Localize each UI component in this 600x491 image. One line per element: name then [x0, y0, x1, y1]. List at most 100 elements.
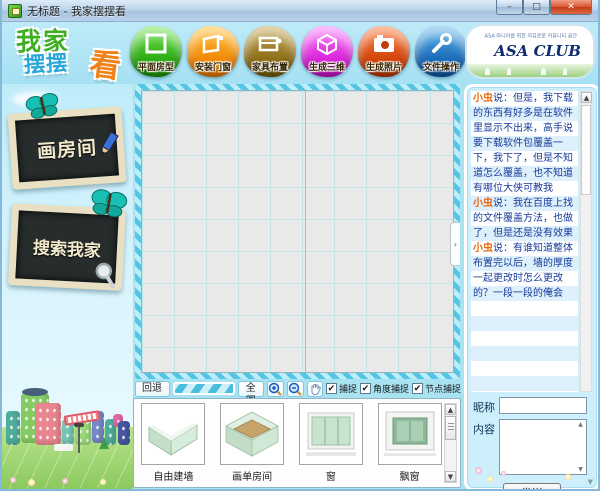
chat-message: 小虫说：但是，我下载的东西有好多是在软件里显示不出来，高手说要下载软件包覆盖一下… — [473, 91, 576, 196]
checkbox-check: ✔ — [326, 383, 337, 394]
building — [6, 411, 20, 445]
file-operations-button[interactable]: 文件操作 — [415, 26, 467, 77]
butterfly-icon — [88, 188, 128, 220]
checkbox-check: ✔ — [360, 383, 371, 394]
zoom-out-icon — [288, 382, 303, 396]
app-icon — [8, 4, 22, 18]
scroll-up-icon[interactable]: ▲ — [445, 404, 456, 415]
scroll-down-icon[interactable]: ▼ — [445, 471, 456, 482]
sidebar: 画房间 搜索我家 — [2, 84, 133, 489]
maximize-button[interactable]: □ — [523, 0, 550, 15]
zoom-in-icon — [268, 382, 283, 396]
app-window: 无标题 - 我家摆摆看 – □ ✕ 我家 摆摆 看 平面房型 — [0, 0, 600, 491]
library-scrollbar[interactable]: ▲ ▼ — [444, 403, 457, 483]
nickname-label: 昵称 — [473, 397, 499, 415]
flower — [100, 479, 106, 485]
single-room-thumbnail — [220, 403, 284, 465]
butterfly-icon — [24, 92, 62, 122]
generate-photo-button[interactable]: 生成照片 — [358, 26, 410, 77]
snap-checkbox[interactable]: ✔ 捕捉 — [326, 382, 357, 395]
chat-message: 小虫说：有谁知道整体布置完以后，墙的厚度一起更改时怎么更改的？一段一段的俺会 — [473, 241, 576, 301]
flower — [10, 477, 16, 483]
chat-text: 但是，我下载的东西有好多是在软件里显示不出来，高手说要下载软件包覆盖一下，我下了… — [473, 93, 573, 194]
app-logo: 我家 摆摆 看 — [8, 24, 128, 82]
close-button[interactable]: ✕ — [550, 0, 592, 15]
checkbox-check: ✔ — [412, 383, 423, 394]
chat-scrollbar[interactable]: ▲ — [580, 91, 592, 392]
furniture-layout-button[interactable]: 家具布置 — [244, 26, 296, 77]
zoom-out-button[interactable] — [287, 381, 304, 397]
building — [35, 403, 61, 445]
canvas-axis-line — [305, 91, 306, 372]
magnifier-icon — [91, 260, 118, 289]
tree — [99, 437, 109, 449]
free-wall-icon — [144, 409, 202, 459]
generate-3d-button[interactable]: 生成三维 — [301, 26, 353, 77]
node-snap-checkbox[interactable]: ✔ 节点捕捉 — [412, 382, 461, 395]
asa-landscape — [467, 64, 593, 77]
window-thumbnail — [299, 403, 363, 465]
flowers-decoration — [467, 460, 597, 486]
header: 我家 摆摆 看 平面房型 安装门窗 — [2, 22, 598, 84]
content-label: 内容 — [473, 419, 499, 437]
chat-speaker: 小虫 — [473, 198, 493, 209]
pencil-icon — [94, 129, 122, 161]
single-room-icon — [223, 408, 281, 460]
chat-message: 小虫说：我在百度上找的文件覆盖方法，也做了，但是还是没有效果 — [473, 196, 576, 241]
scroll-up-icon[interactable]: ▲ — [576, 421, 585, 428]
asa-club-badge[interactable]: ASA 마니아를 위한 자유로운 커뮤니티 공간 ASA CLUB — [465, 24, 595, 79]
building — [118, 421, 130, 445]
full-view-button[interactable]: 全图 — [238, 381, 264, 397]
nickname-input[interactable] — [499, 397, 587, 414]
cube-3d-icon — [315, 33, 339, 55]
canvas-frame — [135, 84, 460, 379]
canvas-toolbar: 回退 全图 ✔ 捕捉 ✔ — [135, 380, 461, 397]
chat-speaker: 小虫 — [473, 93, 493, 104]
camera-icon — [371, 33, 397, 55]
install-doors-windows-button[interactable]: 安装门窗 — [187, 26, 239, 77]
scroll-up-icon[interactable]: ▲ — [581, 92, 592, 103]
door-window-icon — [200, 33, 226, 55]
library-item-free-wall[interactable]: 自由建墙 — [141, 403, 206, 487]
library-item-window[interactable]: 窗 — [299, 403, 364, 487]
wrench-icon — [429, 33, 453, 55]
chat-speaker: 小虫 — [473, 243, 493, 254]
window-title: 无标题 - 我家摆摆看 — [27, 3, 126, 19]
window-icon — [302, 407, 360, 461]
furniture-icon — [257, 33, 283, 55]
zoom-in-button[interactable] — [267, 381, 284, 397]
hand-icon — [308, 382, 322, 396]
roof — [22, 388, 48, 396]
chat-scroll-thumb[interactable] — [581, 105, 591, 195]
history-stripe-bar[interactable] — [173, 382, 234, 395]
chat-panel: 小虫说：但是，我下载的东西有好多是在软件里显示不出来，高手说要下载软件包覆盖一下… — [464, 84, 600, 491]
undo-button[interactable]: 回退 — [135, 381, 170, 397]
bay-window-thumbnail — [378, 403, 442, 465]
panel-resize-icon[interactable]: ▼ — [588, 478, 593, 486]
object-library: 自由建墙 画单房间 — [133, 398, 461, 488]
collapse-panel-handle[interactable]: › — [450, 222, 460, 266]
chat-messages: 小虫说：但是，我下载的东西有好多是在软件里显示不出来，高手说要下载软件包覆盖一下… — [471, 91, 578, 392]
flower — [28, 479, 35, 486]
asa-title: ASA CLUB — [467, 42, 593, 60]
city-illustration — [2, 383, 133, 489]
search-home-label: 搜索我家 — [32, 233, 101, 262]
logo-text-2: 摆摆 — [23, 47, 69, 79]
library-scroll-thumb[interactable] — [445, 416, 456, 440]
asa-tagline: ASA 마니아를 위한 자유로운 커뮤니티 공간 — [485, 32, 576, 39]
floor-plan-button[interactable]: 平面房型 — [130, 26, 182, 77]
flower — [62, 478, 68, 484]
library-item-single-room[interactable]: 画单房间 — [220, 403, 285, 487]
bay-window-icon — [381, 407, 439, 461]
free-wall-thumbnail — [141, 403, 205, 465]
angle-snap-checkbox[interactable]: ✔ 角度捕捉 — [360, 382, 409, 395]
pan-button[interactable] — [307, 381, 323, 397]
bench — [54, 444, 73, 451]
drawing-canvas[interactable] — [141, 90, 454, 373]
draw-room-label: 画房间 — [36, 132, 98, 163]
title-bar: 无标题 - 我家摆摆看 – □ ✕ — [2, 0, 598, 22]
library-item-bay-window[interactable]: 飘窗 — [377, 403, 442, 487]
logo-text-3: 看 — [87, 38, 123, 86]
lamp-post — [78, 427, 80, 453]
minimize-button[interactable]: – — [496, 0, 523, 15]
